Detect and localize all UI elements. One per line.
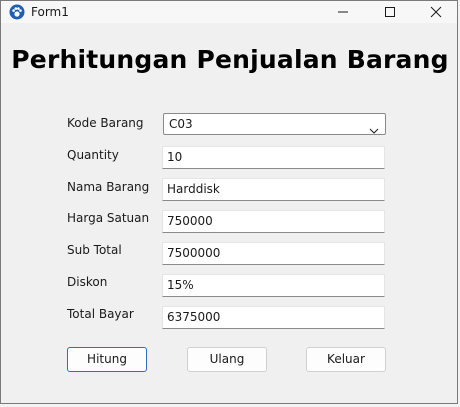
diskon-input[interactable]: 15%: [162, 274, 385, 297]
label-diskon: Diskon: [67, 275, 108, 289]
label-harga-satuan: Harga Satuan: [67, 211, 150, 225]
window-title: Form1: [31, 5, 69, 19]
close-button[interactable]: [413, 1, 457, 23]
quantity-input[interactable]: 10: [162, 146, 385, 169]
keluar-button[interactable]: Keluar: [306, 347, 386, 372]
ulang-button[interactable]: Ulang: [187, 347, 267, 372]
minimize-icon: [338, 11, 348, 13]
sub-total-input[interactable]: 7500000: [162, 242, 385, 265]
label-sub-total: Sub Total: [67, 243, 122, 257]
title-bar[interactable]: Form1: [1, 1, 457, 23]
app-paw-icon: [9, 4, 25, 20]
label-quantity: Quantity: [67, 148, 119, 162]
chevron-down-icon[interactable]: [369, 120, 379, 139]
label-kode-barang: Kode Barang: [67, 116, 144, 130]
label-nama-barang: Nama Barang: [67, 180, 150, 194]
kode-barang-selected-value: C03: [169, 117, 193, 131]
total-bayar-input[interactable]: 6375000: [162, 306, 385, 329]
form-window: Form1 Perhitungan Penjualan Barang Kode …: [0, 0, 458, 404]
close-icon: [430, 6, 442, 18]
hitung-button[interactable]: Hitung: [67, 347, 147, 372]
nama-barang-input[interactable]: Harddisk: [162, 178, 385, 201]
page-title: Perhitungan Penjualan Barang: [11, 45, 449, 74]
minimize-button[interactable]: [320, 1, 366, 23]
maximize-button[interactable]: [367, 1, 413, 23]
harga-satuan-input[interactable]: 750000: [162, 210, 385, 233]
label-total-bayar: Total Bayar: [67, 307, 134, 321]
maximize-icon: [385, 7, 395, 17]
kode-barang-combobox[interactable]: C03: [163, 113, 386, 135]
